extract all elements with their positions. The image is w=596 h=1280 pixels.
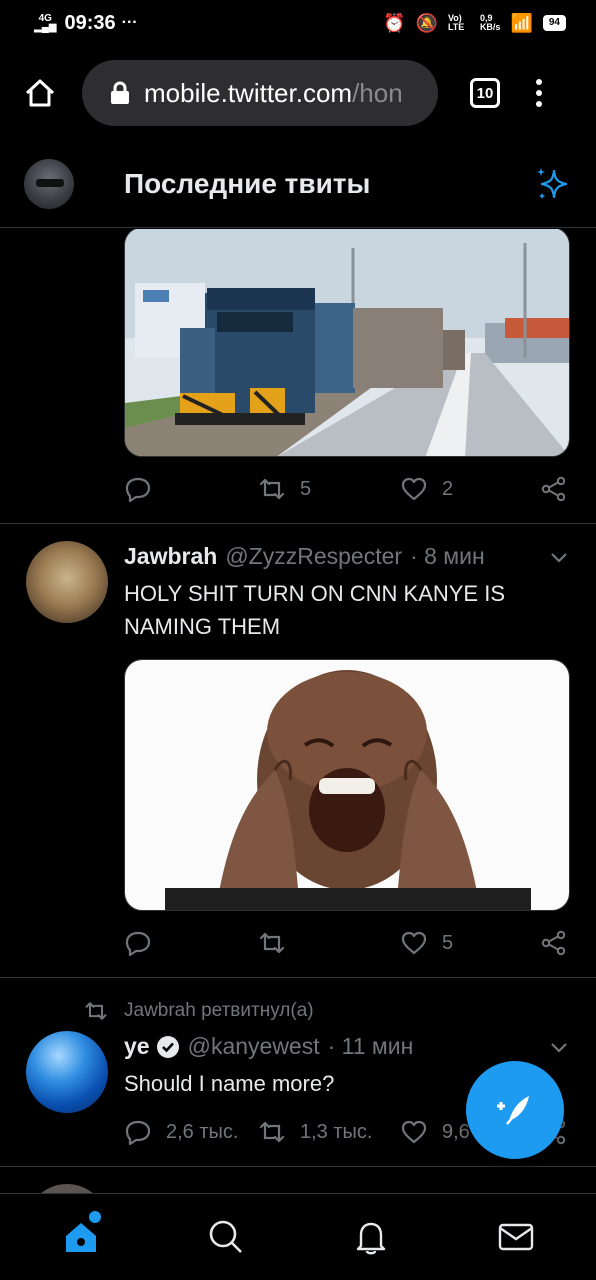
status-right: ⏰ 🔕 Vo) LTE 0,9 KB/s 📶 94 [383, 13, 566, 34]
share-action[interactable] [540, 475, 568, 503]
notifications-icon [356, 1222, 385, 1255]
home-icon [65, 1223, 96, 1252]
reply-icon [125, 477, 151, 503]
profile-avatar[interactable] [24, 158, 74, 209]
lock-icon [111, 81, 129, 104]
like-action[interactable]: 2 [400, 475, 540, 503]
retweet-icon [259, 932, 285, 954]
timeline-header: Последние твиты [0, 140, 596, 228]
clock: 09:36 [64, 11, 116, 34]
share-icon [541, 930, 566, 956]
chevron-down-icon[interactable] [548, 1036, 570, 1058]
reply-icon [125, 1120, 151, 1146]
compose-icon [497, 1096, 529, 1125]
alarm-icon: ⏰ [383, 12, 406, 33]
signal-icon: ▂▄▆ [34, 22, 57, 33]
tweet-time[interactable]: · 8 мин [410, 543, 485, 570]
bottom-navigation [0, 1193, 596, 1280]
mute-icon: 🔕 [415, 12, 438, 33]
address-bar[interactable]: mobile.twitter.com/hon [82, 60, 438, 126]
like-icon [401, 931, 427, 955]
tab-switcher-button[interactable]: 10 [470, 78, 500, 108]
browser-menu-button[interactable] [536, 79, 542, 107]
chevron-down-icon[interactable] [548, 546, 570, 568]
reply-icon [125, 931, 151, 957]
tweet-avatar[interactable] [26, 541, 108, 623]
like-icon [401, 477, 427, 501]
retweet-count: 5 [300, 477, 312, 500]
retweet-context-text: Jawbrah ретвитнул(а) [124, 1000, 314, 1021]
author-handle[interactable]: @kanyewest [188, 1033, 320, 1060]
shouting-man-photo [125, 660, 569, 910]
like-icon [401, 1120, 427, 1144]
train-photo [125, 229, 569, 456]
tweet-media-train[interactable] [124, 229, 570, 457]
author-name[interactable]: ye [124, 1033, 150, 1060]
volte-indicator: Vo) LTE [447, 13, 465, 32]
network-indicator: 4G ▂▄▆ [34, 14, 57, 33]
tweet-actions: 5 2 [124, 472, 570, 506]
home-icon[interactable] [24, 77, 56, 109]
tweet-media-shouting-man[interactable] [124, 659, 570, 911]
retweet-count: 1,3 тыс. [300, 1120, 373, 1143]
retweet-icon [85, 1002, 107, 1020]
url-host: mobile.twitter.com [144, 77, 353, 108]
wifi-icon: 📶 [510, 12, 533, 33]
reply-action[interactable] [124, 929, 258, 957]
network-speed-unit: KB/s [479, 22, 501, 32]
tweet-time[interactable]: · 11 мин [328, 1033, 414, 1060]
nav-notifications[interactable] [349, 1215, 393, 1259]
share-action[interactable] [540, 929, 568, 957]
tweet-divider [0, 523, 596, 524]
retweet-action[interactable]: 1,3 тыс. [258, 1118, 400, 1146]
compose-tweet-button[interactable] [466, 1061, 564, 1159]
tweet-divider [0, 1166, 596, 1167]
reply-action[interactable]: 2,6 тыс. [124, 1118, 258, 1146]
sparkle-icon[interactable] [534, 165, 572, 203]
like-action[interactable]: 5 [400, 929, 540, 957]
retweet-icon [259, 1121, 285, 1143]
like-count: 9,6 [442, 1120, 470, 1143]
verified-icon [156, 1035, 179, 1058]
more-notifications: ··· [121, 14, 138, 31]
retweet-action[interactable]: 5 [258, 475, 400, 503]
page-title: Последние твиты [124, 167, 371, 199]
status-left: 4G ▂▄▆ 09:36 ··· [34, 12, 138, 35]
share-icon [541, 476, 566, 502]
nav-home[interactable] [59, 1211, 103, 1259]
nav-messages[interactable] [494, 1215, 538, 1259]
like-count: 5 [442, 931, 454, 954]
search-icon [209, 1220, 242, 1253]
retweet-icon [259, 478, 285, 500]
timeline-feed[interactable]: 5 2 Jawbrah @ZyzzRespecter · 8 мин HOLY … [0, 229, 596, 1193]
reply-action[interactable] [124, 475, 258, 503]
battery-level: 94 [542, 15, 566, 31]
tweet-header: ye @kanyewest · 11 мин [124, 1033, 570, 1060]
tweet-text: HOLY SHIT TURN ON CNN KANYE IS NAMING TH… [124, 581, 506, 639]
like-count: 2 [442, 477, 454, 500]
network-speed: 0,9 KB/s [480, 14, 501, 32]
tweet-divider [0, 977, 596, 978]
tweet-avatar-partial[interactable] [26, 1184, 108, 1193]
browser-toolbar: mobile.twitter.com/hon 10 [0, 46, 596, 140]
tweet-actions: 5 [124, 926, 570, 960]
retweet-action[interactable] [258, 929, 400, 957]
url-path: /hon [352, 77, 403, 108]
tweet-header: Jawbrah @ZyzzRespecter · 8 мин [124, 543, 570, 570]
reply-count: 2,6 тыс. [166, 1120, 239, 1143]
nav-search[interactable] [204, 1215, 248, 1259]
author-handle[interactable]: @ZyzzRespecter [225, 543, 402, 570]
retweet-context[interactable]: Jawbrah ретвитнул(а) [84, 999, 314, 1023]
messages-icon [498, 1223, 533, 1251]
author-name[interactable]: Jawbrah [124, 543, 217, 570]
status-bar: 4G ▂▄▆ 09:36 ··· ⏰ 🔕 Vo) LTE 0,9 KB/s 📶 … [0, 0, 596, 46]
new-content-dot [88, 1211, 101, 1223]
tweet-avatar[interactable] [26, 1031, 108, 1113]
